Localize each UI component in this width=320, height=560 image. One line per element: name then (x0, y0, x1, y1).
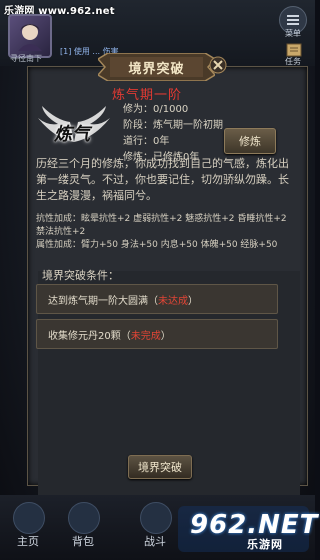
resistance-bonus-line1: 抗性加成：眩晕抗性+2 虚弱抗性+2 魅惑抗性+2 昏睡抗性+2 (36, 214, 287, 224)
nav-item-battle[interactable]: 战斗 (135, 533, 175, 549)
avatar[interactable] (8, 14, 52, 58)
dialog-title: 境界突破 (128, 62, 185, 77)
home-icon[interactable] (13, 502, 45, 534)
close-icon[interactable] (209, 56, 227, 74)
battle-icon[interactable] (140, 502, 172, 534)
stat-cultivation: 修为：0/1000 (123, 104, 189, 115)
requirement-status: 未达成 (158, 296, 188, 307)
requirements-heading: 境界突破条件： (42, 269, 119, 282)
character-portrait-icon (18, 24, 42, 51)
realm-description: 历经三个月的修炼，你成功找到自己的气感，炼化出第一缕灵气。不过，你也要记住，切勿… (36, 157, 289, 202)
breakthrough-button[interactable]: 境界突破 (128, 455, 192, 479)
nav-item-bag[interactable]: 背包 (63, 533, 103, 549)
menu-label: 菜单 (285, 29, 301, 38)
emblem-text: 炼气 (54, 124, 90, 145)
requirement-row: 收集修元丹20颗（未完成） (36, 319, 278, 349)
requirement-text: 收集修元丹20颗（未完成） (48, 331, 171, 342)
stat-stage: 阶段：炼气期一阶初期 (123, 120, 223, 131)
resistance-bonus-line2: 禁法抗性+2 (36, 227, 86, 237)
return-button[interactable]: 寻径南下 (10, 53, 42, 64)
watermark-sub-text: 乐游网 (247, 538, 283, 551)
realm-emblem: 炼气 (34, 104, 114, 148)
nav-item-home[interactable]: 主页 (8, 533, 48, 549)
stat-daoxing: 道行：0年 (123, 136, 170, 147)
requirement-text: 达到炼气期一阶大圆满（未达成） (48, 296, 198, 307)
bag-icon[interactable] (68, 502, 100, 534)
requirement-row: 达到炼气期一阶大圆满（未达成） (36, 284, 278, 314)
attribute-bonus-line: 属性加成：臂力+50 身法+50 内息+50 体魄+50 经脉+50 (36, 240, 278, 250)
requirement-status: 未完成 (130, 331, 161, 342)
cultivate-button[interactable]: 修炼 (224, 128, 276, 154)
